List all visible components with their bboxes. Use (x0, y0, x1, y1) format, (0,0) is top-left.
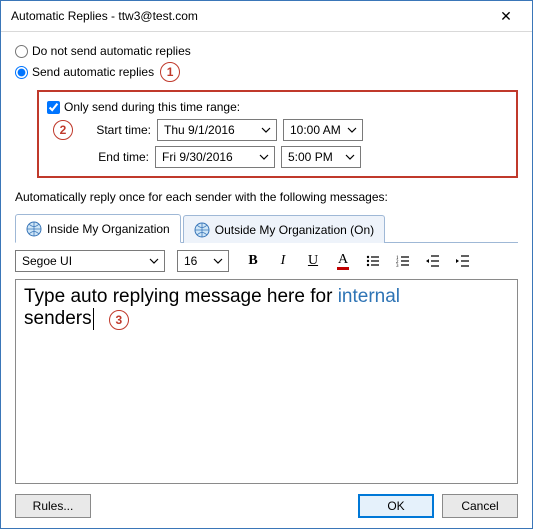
tab-outside-org[interactable]: Outside My Organization (On) (183, 215, 385, 243)
close-icon: ✕ (500, 8, 512, 25)
editor-text-internal: internal (338, 286, 400, 307)
outdent-button[interactable] (421, 249, 445, 273)
end-time-value: 5:00 PM (288, 150, 333, 164)
chevron-down-icon (147, 254, 161, 268)
chevron-down-icon (211, 254, 225, 268)
chevron-down-icon (259, 123, 273, 137)
checkbox-time-range-label: Only send during this time range: (64, 100, 240, 114)
close-button[interactable]: ✕ (486, 5, 526, 27)
chevron-down-icon (345, 123, 359, 137)
tab-inside-label: Inside My Organization (47, 222, 170, 236)
instruction-text: Automatically reply once for each sender… (15, 190, 518, 204)
end-date-value: Fri 9/30/2016 (162, 150, 233, 164)
start-date-value: Thu 9/1/2016 (164, 123, 235, 137)
start-time-value: 10:00 AM (290, 123, 341, 137)
tab-outside-label: Outside My Organization (On) (215, 223, 374, 237)
bullet-list-button[interactable] (361, 249, 385, 273)
editor-text-1: Type auto replying message here for (24, 286, 338, 307)
ok-button[interactable]: OK (358, 494, 434, 518)
callout-2: 2 (53, 120, 73, 140)
font-size-value: 16 (184, 254, 197, 268)
indent-button[interactable] (451, 249, 475, 273)
cancel-button[interactable]: Cancel (442, 494, 518, 518)
font-color-swatch (337, 267, 349, 270)
checkbox-time-range-input[interactable] (47, 101, 60, 114)
automatic-replies-window: Automatic Replies - ttw3@test.com ✕ Do n… (0, 0, 533, 529)
callout-1: 1 (160, 62, 180, 82)
tab-strip: Inside My Organization Outside My Organi… (15, 214, 518, 243)
chevron-down-icon (257, 150, 271, 164)
checkbox-time-range[interactable]: Only send during this time range: (47, 100, 508, 114)
window-title: Automatic Replies - ttw3@test.com (11, 9, 486, 23)
radio-send-label: Send automatic replies (32, 65, 154, 79)
bold-button[interactable]: B (241, 249, 265, 273)
end-row: End time: Fri 9/30/2016 5:00 PM (47, 146, 508, 168)
radio-dont-send[interactable]: Do not send automatic replies (15, 44, 518, 58)
font-value: Segoe UI (22, 254, 72, 268)
font-color-letter: A (338, 253, 348, 267)
underline-button[interactable]: U (301, 249, 325, 273)
start-date-picker[interactable]: Thu 9/1/2016 (157, 119, 277, 141)
end-time-label: End time: (79, 150, 149, 164)
dialog-body: Do not send automatic replies Send autom… (1, 32, 532, 484)
numbered-list-button[interactable]: 123 (391, 249, 415, 273)
time-range-box: Only send during this time range: 2 Star… (37, 90, 518, 178)
end-date-picker[interactable]: Fri 9/30/2016 (155, 146, 275, 168)
chevron-down-icon (343, 150, 357, 164)
end-time-picker[interactable]: 5:00 PM (281, 146, 361, 168)
font-color-button[interactable]: A (331, 249, 355, 273)
rules-button[interactable]: Rules... (15, 494, 91, 518)
start-row: 2 Start time: Thu 9/1/2016 10:00 AM (47, 119, 508, 141)
title-bar: Automatic Replies - ttw3@test.com ✕ (1, 1, 532, 32)
radio-send[interactable]: Send automatic replies 1 (15, 62, 518, 82)
editor-text-2: senders (24, 308, 92, 329)
font-size-picker[interactable]: 16 (177, 250, 229, 272)
globe-icon (26, 221, 42, 237)
start-time-picker[interactable]: 10:00 AM (283, 119, 363, 141)
format-toolbar: Segoe UI 16 B I U A 123 (15, 243, 518, 279)
radio-dont-send-label: Do not send automatic replies (32, 44, 191, 58)
tab-inside-org[interactable]: Inside My Organization (15, 214, 181, 243)
font-picker[interactable]: Segoe UI (15, 250, 165, 272)
radio-dont-send-input[interactable] (15, 45, 28, 58)
svg-text:3: 3 (396, 264, 399, 269)
dialog-footer: Rules... OK Cancel (1, 484, 532, 528)
radio-send-input[interactable] (15, 66, 28, 79)
callout-3: 3 (109, 310, 129, 330)
text-caret (93, 308, 94, 330)
globe-icon (194, 222, 210, 238)
start-time-label: Start time: (81, 123, 151, 137)
italic-button[interactable]: I (271, 249, 295, 273)
message-editor[interactable]: Type auto replying message here for inte… (15, 279, 518, 484)
